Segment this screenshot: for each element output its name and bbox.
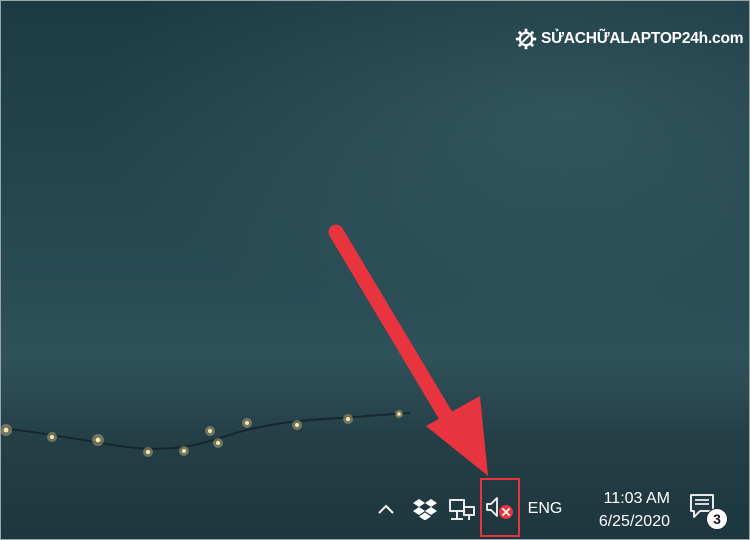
language-indicator[interactable]: ENG	[525, 496, 565, 522]
volume-tray-button[interactable]	[480, 478, 520, 537]
watermark-text: SỬACHỮALAPTOP24h.com	[541, 30, 744, 47]
dropbox-tray-button[interactable]	[410, 496, 440, 522]
clock-date: 6/25/2020	[598, 513, 670, 530]
desktop-wallpaper	[0, 0, 750, 540]
clock-time: 11:03 AM	[603, 490, 670, 507]
gear-icon	[515, 28, 537, 50]
taskbar: ENG 11:03 AM 6/25/2020 3	[0, 472, 750, 540]
network-tray-button[interactable]	[446, 496, 478, 524]
clock-button[interactable]: 11:03 AM 6/25/2020	[575, 484, 675, 536]
wallpaper-shore-lights	[0, 410, 411, 457]
action-center-button[interactable]: 3	[688, 492, 728, 532]
speaker-muted-error-icon	[486, 496, 513, 519]
dropbox-icon	[413, 499, 437, 520]
notification-count-badge: 3	[706, 508, 728, 530]
network-icon	[449, 499, 475, 520]
watermark-logo: SỬACHỮALAPTOP24h.com	[515, 27, 744, 51]
show-hidden-icons-button[interactable]	[373, 496, 399, 522]
chevron-up-icon	[378, 504, 394, 514]
